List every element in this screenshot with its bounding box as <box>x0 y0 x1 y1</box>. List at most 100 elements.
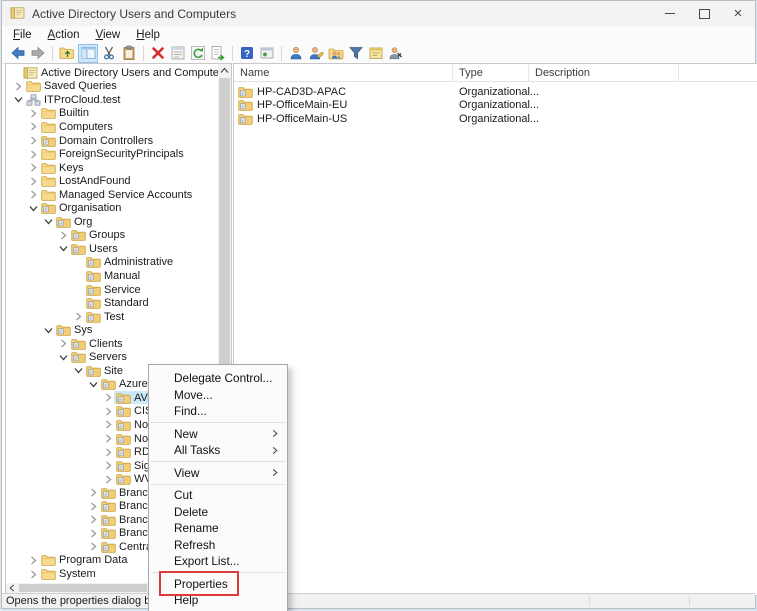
expand-arrow-icon[interactable] <box>28 189 39 200</box>
scroll-left-arrow-icon[interactable] <box>6 583 17 593</box>
tree-item-administrative[interactable]: Administrative <box>6 256 218 270</box>
context-menu-new[interactable]: New <box>149 426 287 443</box>
collapse-arrow-icon[interactable] <box>73 365 84 376</box>
new-ou-icon[interactable] <box>367 44 385 62</box>
expand-arrow-icon[interactable] <box>28 555 39 566</box>
expand-arrow-icon[interactable] <box>88 487 99 498</box>
context-menu-refresh[interactable]: Refresh <box>149 537 287 554</box>
context-menu-delegate-control[interactable]: Delegate Control... <box>149 370 287 387</box>
expand-arrow-icon[interactable] <box>88 514 99 525</box>
context-menu-move[interactable]: Move... <box>149 387 287 404</box>
list-row-hp-officemain-eu[interactable]: HP-OfficeMain-EUOrganizational... <box>234 99 757 113</box>
expand-arrow-icon[interactable] <box>58 230 69 241</box>
expand-arrow-icon[interactable] <box>103 447 114 458</box>
context-menu-find[interactable]: Find... <box>149 403 287 420</box>
tree-item-sys[interactable]: Sys <box>6 323 218 337</box>
expand-arrow-icon[interactable] <box>28 108 39 119</box>
expand-arrow-icon[interactable] <box>103 419 114 430</box>
tree-item-organisation[interactable]: Organisation <box>6 201 218 215</box>
tree-item-saved-queries[interactable]: Saved Queries <box>6 80 218 94</box>
tree-item-itprocloud-test[interactable]: ITProCloud.test <box>6 93 218 107</box>
tree-item-foreignsecurityprincipals[interactable]: ForeignSecurityPrincipals <box>6 147 218 161</box>
tree-item-standard[interactable]: Standard <box>6 296 218 310</box>
context-menu-view[interactable]: View <box>149 465 287 482</box>
context-menu-delete[interactable]: Delete <box>149 504 287 521</box>
menu-help[interactable]: Help <box>128 28 168 42</box>
tree-item-keys[interactable]: Keys <box>6 161 218 175</box>
expand-arrow-icon[interactable] <box>73 311 84 322</box>
column-header-description[interactable]: Description <box>529 64 679 81</box>
close-button[interactable]: × <box>721 1 755 26</box>
back-icon[interactable] <box>9 44 27 62</box>
export-list-icon[interactable] <box>209 44 227 62</box>
filter-icon[interactable] <box>347 44 365 62</box>
tree-item-groups[interactable]: Groups <box>6 229 218 243</box>
collapse-arrow-icon[interactable] <box>58 352 69 363</box>
expand-arrow-icon[interactable] <box>103 460 114 471</box>
expand-arrow-icon[interactable] <box>88 528 99 539</box>
column-header-name[interactable]: Name <box>234 64 453 81</box>
tree-item-computers[interactable]: Computers <box>6 120 218 134</box>
tree-item-manual[interactable]: Manual <box>6 269 218 283</box>
collapse-arrow-icon[interactable] <box>58 243 69 254</box>
expand-arrow-icon[interactable] <box>28 162 39 173</box>
tree-item-active-directory-users-and-computers-ads01-iti[interactable]: Active Directory Users and Computers [AD… <box>6 66 218 80</box>
up-one-level-icon[interactable] <box>58 44 76 62</box>
tree-item-lostandfound[interactable]: LostAndFound <box>6 174 218 188</box>
paste-icon[interactable] <box>120 44 138 62</box>
forward-icon[interactable] <box>29 44 47 62</box>
tree-item-domain-controllers[interactable]: Domain Controllers <box>6 134 218 148</box>
new-contact-icon[interactable] <box>307 44 325 62</box>
show-window-icon[interactable] <box>258 44 276 62</box>
context-menu-rename[interactable]: Rename <box>149 520 287 537</box>
new-user-icon[interactable] <box>287 44 305 62</box>
column-header-type[interactable]: Type <box>453 64 529 81</box>
refresh-icon[interactable] <box>189 44 207 62</box>
menu-view[interactable]: View <box>88 28 129 42</box>
help-icon[interactable]: ? <box>238 44 256 62</box>
collapse-arrow-icon[interactable] <box>13 94 24 105</box>
expand-arrow-icon[interactable] <box>13 81 24 92</box>
expand-arrow-icon[interactable] <box>28 121 39 132</box>
delete-icon[interactable] <box>149 44 167 62</box>
menu-action[interactable]: Action <box>40 28 88 42</box>
tree-item-test[interactable]: Test <box>6 310 218 324</box>
scrollbar-thumb[interactable] <box>19 584 147 592</box>
context-menu-cut[interactable]: Cut <box>149 487 287 504</box>
expand-arrow-icon[interactable] <box>103 474 114 485</box>
menu-file[interactable]: File <box>5 28 40 42</box>
cut-icon[interactable] <box>100 44 118 62</box>
tree-item-builtin[interactable]: Builtin <box>6 107 218 121</box>
expand-arrow-icon[interactable] <box>103 406 114 417</box>
collapse-arrow-icon[interactable] <box>88 379 99 390</box>
find-objects-icon[interactable] <box>387 44 405 62</box>
tree-item-org[interactable]: Org <box>6 215 218 229</box>
context-menu-export-list[interactable]: Export List... <box>149 553 287 570</box>
expand-arrow-icon[interactable] <box>103 392 114 403</box>
tree-item-clients[interactable]: Clients <box>6 337 218 351</box>
tree-item-service[interactable]: Service <box>6 283 218 297</box>
expand-arrow-icon[interactable] <box>88 501 99 512</box>
context-menu-all-tasks[interactable]: All Tasks <box>149 442 287 459</box>
expand-arrow-icon[interactable] <box>28 149 39 160</box>
expand-arrow-icon[interactable] <box>103 433 114 444</box>
expand-arrow-icon[interactable] <box>28 569 39 580</box>
scroll-up-arrow-icon[interactable] <box>218 64 231 77</box>
expand-arrow-icon[interactable] <box>88 541 99 552</box>
maximize-button[interactable] <box>687 1 721 26</box>
properties-sheet-icon[interactable] <box>169 44 187 62</box>
collapse-arrow-icon[interactable] <box>43 325 54 336</box>
minimize-button[interactable] <box>653 1 687 26</box>
collapse-arrow-icon[interactable] <box>43 216 54 227</box>
collapse-arrow-icon[interactable] <box>28 203 39 214</box>
tree-item-users[interactable]: Users <box>6 242 218 256</box>
expand-arrow-icon[interactable] <box>28 135 39 146</box>
tree-item-servers[interactable]: Servers <box>6 350 218 364</box>
show-console-tree-icon[interactable] <box>78 44 98 63</box>
list-row-hp-officemain-us[interactable]: HP-OfficeMain-USOrganizational... <box>234 112 757 126</box>
tree-item-managed-service-accounts[interactable]: Managed Service Accounts <box>6 188 218 202</box>
list-row-hp-cad3d-apac[interactable]: HP-CAD3D-APACOrganizational... <box>234 85 757 99</box>
new-group-icon[interactable] <box>327 44 345 62</box>
expand-arrow-icon[interactable] <box>58 338 69 349</box>
expand-arrow-icon[interactable] <box>28 176 39 187</box>
